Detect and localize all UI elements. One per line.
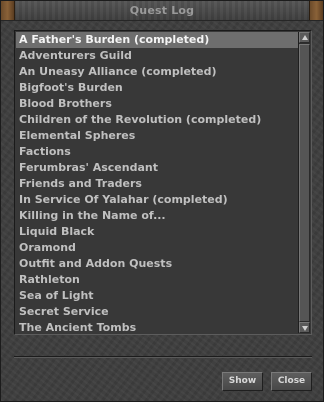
quest-list-item[interactable]: Outfit and Addon Quests — [16, 256, 299, 272]
quest-list-item[interactable]: Blood Brothers — [16, 96, 299, 112]
quest-list-panel: A Father's Burden (completed) Adventurers… — [14, 30, 312, 335]
quest-list-item[interactable]: Oramond — [16, 240, 299, 256]
quest-list-item[interactable]: Ferumbras' Ascendant — [16, 160, 299, 176]
separator — [14, 356, 312, 358]
quest-list-item[interactable]: Sea of Light — [16, 288, 299, 304]
quest-list-item[interactable]: Adventurers Guild — [16, 48, 299, 64]
quest-list-item[interactable]: Children of the Revolution (completed) — [16, 112, 299, 128]
quest-list[interactable]: A Father's Burden (completed) Adventurers… — [16, 32, 299, 333]
vertical-scrollbar[interactable] — [298, 32, 310, 333]
close-button[interactable]: Close — [271, 372, 312, 391]
quest-list-item[interactable]: Factions — [16, 144, 299, 160]
show-button[interactable]: Show — [222, 372, 263, 391]
quest-list-item[interactable]: Friends and Traders — [16, 176, 299, 192]
quest-list-item[interactable]: The Ancient Tombs — [16, 320, 299, 333]
quest-list-item[interactable]: Elemental Spheres — [16, 128, 299, 144]
arrow-up-icon — [302, 35, 308, 40]
arrow-down-icon — [302, 326, 308, 331]
window-title: Quest Log — [129, 4, 195, 17]
quest-list-item[interactable]: A Father's Burden (completed) — [16, 32, 299, 48]
quest-log-window: Quest Log A Father's Burden (completed) A… — [0, 0, 324, 402]
scroll-up-button[interactable] — [299, 32, 310, 43]
quest-list-item[interactable]: In Service Of Yalahar (completed) — [16, 192, 299, 208]
scroll-thumb[interactable] — [299, 44, 310, 322]
quest-list-item[interactable]: Liquid Black — [16, 224, 299, 240]
quest-list-item[interactable]: Bigfoot's Burden — [16, 80, 299, 96]
quest-list-item[interactable]: Killing in the Name of... — [16, 208, 299, 224]
quest-list-item[interactable]: An Uneasy Alliance (completed) — [16, 64, 299, 80]
title-bar[interactable]: Quest Log — [1, 1, 323, 21]
scroll-down-button[interactable] — [299, 322, 310, 333]
title-ornament-right — [309, 1, 323, 20]
quest-list-item[interactable]: Rathleton — [16, 272, 299, 288]
quest-list-item[interactable]: Secret Service — [16, 304, 299, 320]
